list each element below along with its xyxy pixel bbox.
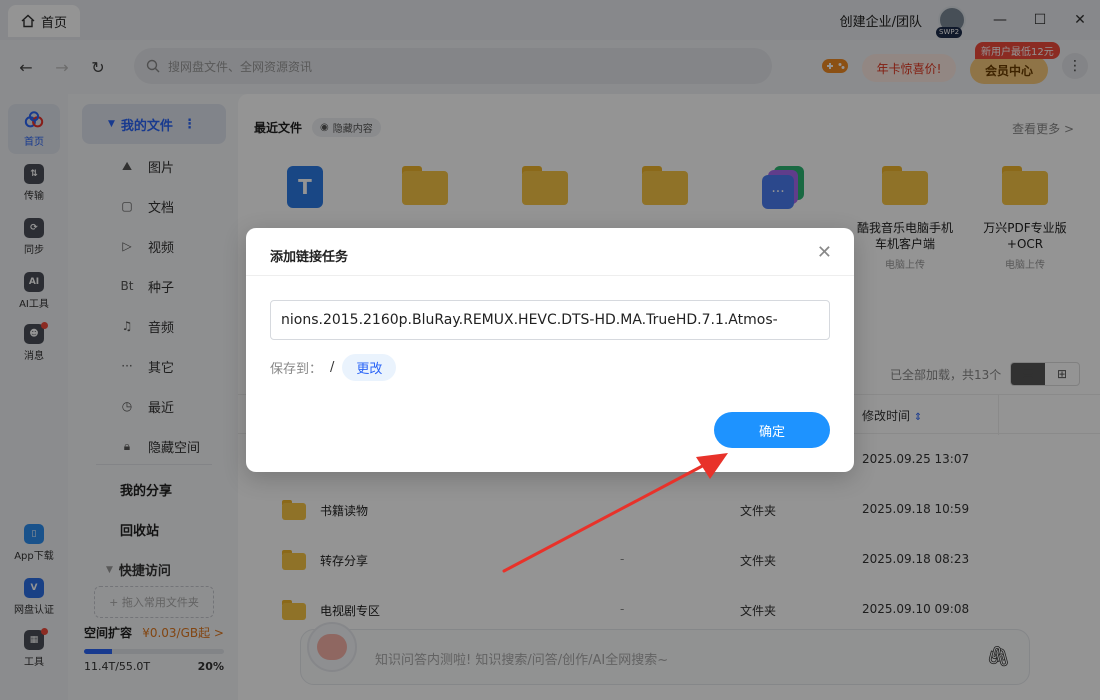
change-path-button[interactable]: 更改: [342, 354, 397, 381]
save-to-row: 保存到： / 更改: [270, 354, 397, 381]
dialog-close-button[interactable]: ✕: [817, 242, 832, 263]
add-link-task-dialog: 添加链接任务 ✕ 保存到： / 更改 确定: [246, 228, 854, 472]
close-icon: ✕: [816, 242, 832, 263]
dialog-header: 添加链接任务 ✕: [246, 228, 854, 276]
link-url-input[interactable]: [270, 300, 830, 340]
confirm-button[interactable]: 确定: [714, 412, 830, 448]
annotation-arrow-icon: [502, 453, 728, 573]
dialog-title: 添加链接任务: [270, 250, 349, 265]
save-path: /: [330, 360, 335, 375]
save-to-label: 保存到：: [270, 362, 323, 377]
